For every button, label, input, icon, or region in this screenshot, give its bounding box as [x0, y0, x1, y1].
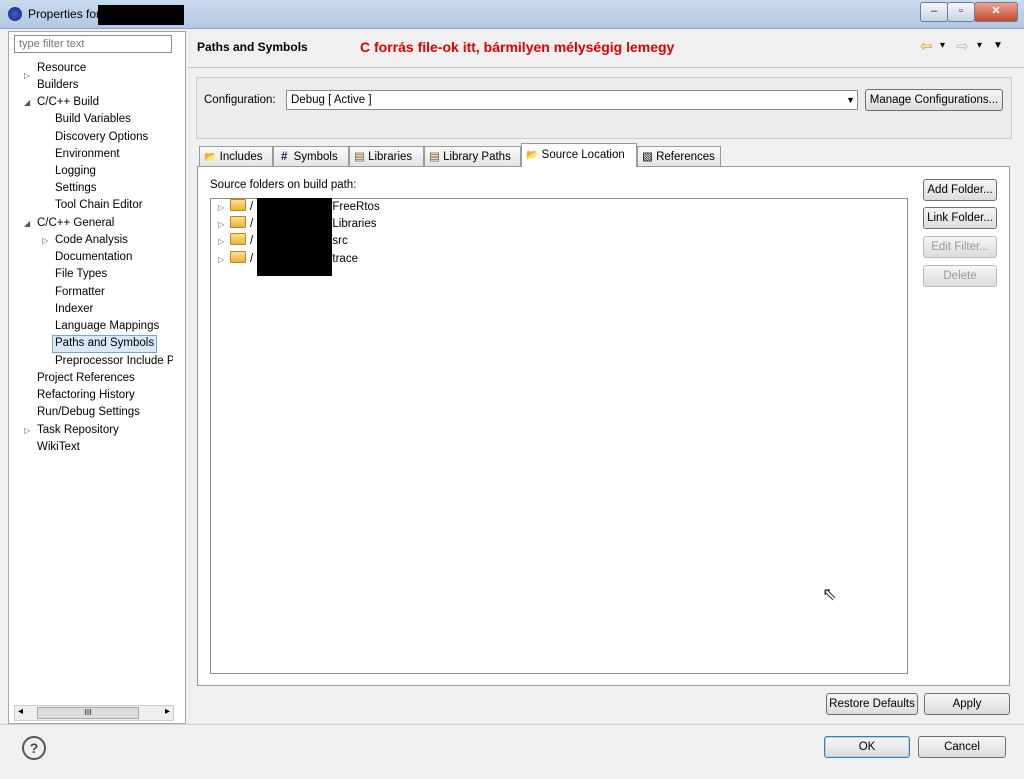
tab-libraries[interactable]: ▤ Libraries	[349, 146, 424, 166]
tree-item-cpp-general[interactable]: C/C++ General	[37, 215, 114, 231]
expand-resource-icon[interactable]: ▷	[24, 71, 30, 80]
edit-filter-button[interactable]: Edit Filter...	[923, 236, 997, 258]
window-title: Properties for	[28, 7, 101, 21]
view-menu-icon[interactable]: ▼	[993, 40, 1003, 51]
tree-item-settings[interactable]: Settings	[55, 180, 97, 196]
expand-icon[interactable]: ▷	[218, 234, 230, 250]
tab-includes[interactable]: 📂 Includes	[199, 146, 273, 166]
tab-label: Includes	[219, 151, 263, 163]
manage-configurations-button[interactable]: Manage Configurations...	[865, 89, 1003, 111]
header-separator	[188, 67, 1024, 68]
tab-label: Libraries	[368, 151, 413, 163]
scroll-thumb[interactable]: III	[37, 707, 139, 719]
tree-item-environment[interactable]: Environment	[55, 146, 120, 162]
tree-item-code-analysis[interactable]: Code Analysis	[55, 232, 128, 248]
redacted-project-path	[257, 198, 332, 276]
folder-icon	[230, 233, 246, 245]
tab-label: Library Paths	[443, 151, 511, 163]
tree-item-preprocessor-include-paths[interactable]: Preprocessor Include Pa	[55, 353, 173, 369]
tab-label: References	[656, 151, 715, 163]
expand-code-analysis-icon[interactable]: ▷	[42, 236, 48, 245]
tree-item-indexer[interactable]: Indexer	[55, 301, 93, 317]
horizontal-scrollbar[interactable]: ◂ III ▸	[14, 705, 174, 721]
expand-icon[interactable]: ▷	[218, 217, 230, 233]
annotation-note: C forrás file-ok itt, bármilyen mélységi…	[360, 39, 675, 55]
close-button[interactable]: ✕	[974, 2, 1018, 22]
includes-icon: 📂	[204, 152, 217, 163]
scroll-left-icon[interactable]: ◂	[18, 706, 23, 717]
page-title: Paths and Symbols	[197, 40, 308, 54]
tree-item-tool-chain-editor[interactable]: Tool Chain Editor	[55, 197, 143, 213]
tab-symbols[interactable]: # Symbols	[273, 146, 349, 166]
hash-icon: #	[281, 151, 288, 163]
mouse-cursor-icon: ⇖	[822, 584, 838, 604]
expand-task-repository-icon[interactable]: ▷	[24, 426, 30, 435]
tree-item-task-repository[interactable]: Task Repository	[37, 422, 119, 438]
tree-item-run-debug-settings[interactable]: Run/Debug Settings	[37, 404, 140, 420]
tree-item-language-mappings[interactable]: Language Mappings	[55, 318, 159, 334]
folder-path: /Libraries	[329, 218, 377, 230]
tree-item-resource[interactable]: Resource	[37, 60, 86, 76]
library-icon: ▤	[354, 151, 365, 163]
folder-path: /FreeRtos	[329, 201, 380, 213]
collapse-cpp-general-icon[interactable]: ◢	[24, 219, 30, 228]
apply-button[interactable]: Apply	[924, 693, 1010, 715]
tree-item-cpp-build[interactable]: C/C++ Build	[37, 94, 99, 110]
delete-button[interactable]: Delete	[923, 265, 997, 287]
footer-separator	[0, 724, 1024, 725]
tree-item-file-types[interactable]: File Types	[55, 266, 107, 282]
source-folders-heading: Source folders on build path:	[210, 179, 357, 191]
tab-library-paths[interactable]: ▤ Library Paths	[424, 146, 521, 166]
minimize-button[interactable]: ‒	[920, 2, 948, 22]
folder-icon	[230, 199, 246, 211]
tree-item-logging[interactable]: Logging	[55, 163, 96, 179]
scroll-right-icon[interactable]: ▸	[165, 706, 170, 717]
eclipse-icon	[8, 7, 22, 21]
forward-arrow-icon[interactable]: ⇨	[956, 37, 969, 55]
link-folder-button[interactable]: Link Folder...	[923, 207, 997, 229]
collapse-cpp-build-icon[interactable]: ◢	[24, 98, 30, 107]
source-folder-icon: 📂	[526, 150, 539, 161]
folder-icon	[230, 251, 246, 263]
tree-item-discovery-options[interactable]: Discovery Options	[55, 129, 148, 145]
restore-defaults-button[interactable]: Restore Defaults	[826, 693, 918, 715]
configuration-label: Configuration:	[204, 94, 276, 106]
maximize-button[interactable]: ▫	[947, 2, 975, 22]
add-folder-button[interactable]: Add Folder...	[923, 179, 997, 201]
references-icon: ▧	[642, 151, 653, 163]
folder-path: /trace	[329, 253, 358, 265]
tab-label: Symbols	[293, 151, 338, 163]
back-arrow-icon[interactable]: ⇦	[920, 37, 933, 55]
redacted-project-name	[98, 5, 184, 25]
expand-icon[interactable]: ▷	[218, 200, 230, 216]
ok-button[interactable]: OK	[824, 736, 910, 758]
tree-item-project-references[interactable]: Project References	[37, 370, 135, 386]
tree-item-formatter[interactable]: Formatter	[55, 284, 105, 300]
tree-item-build-variables[interactable]: Build Variables	[55, 111, 131, 127]
tab-source-location[interactable]: 📂 Source Location	[521, 143, 637, 167]
configuration-value: Debug [ Active ]	[291, 94, 372, 106]
configuration-select[interactable]: Debug [ Active ] ▼	[286, 90, 858, 110]
tab-references[interactable]: ▧ References	[637, 146, 721, 166]
filter-input[interactable]	[14, 35, 172, 53]
tree-item-builders[interactable]: Builders	[37, 77, 79, 93]
cancel-button[interactable]: Cancel	[918, 736, 1006, 758]
tree-item-paths-and-symbols[interactable]: Paths and Symbols	[52, 335, 158, 353]
library-paths-icon: ▤	[429, 151, 440, 163]
back-menu-icon[interactable]: ▾	[940, 40, 945, 51]
forward-menu-icon[interactable]: ▾	[977, 40, 982, 51]
tree-item-documentation[interactable]: Documentation	[55, 249, 132, 265]
tree-item-refactoring-history[interactable]: Refactoring History	[37, 387, 135, 403]
chevron-down-icon[interactable]: ▼	[846, 91, 855, 109]
expand-icon[interactable]: ▷	[218, 252, 230, 268]
tab-label: Source Location	[541, 149, 625, 161]
tree-item-wikitext[interactable]: WikiText	[37, 439, 80, 455]
help-icon[interactable]: ?	[22, 736, 46, 760]
folder-icon	[230, 216, 246, 228]
